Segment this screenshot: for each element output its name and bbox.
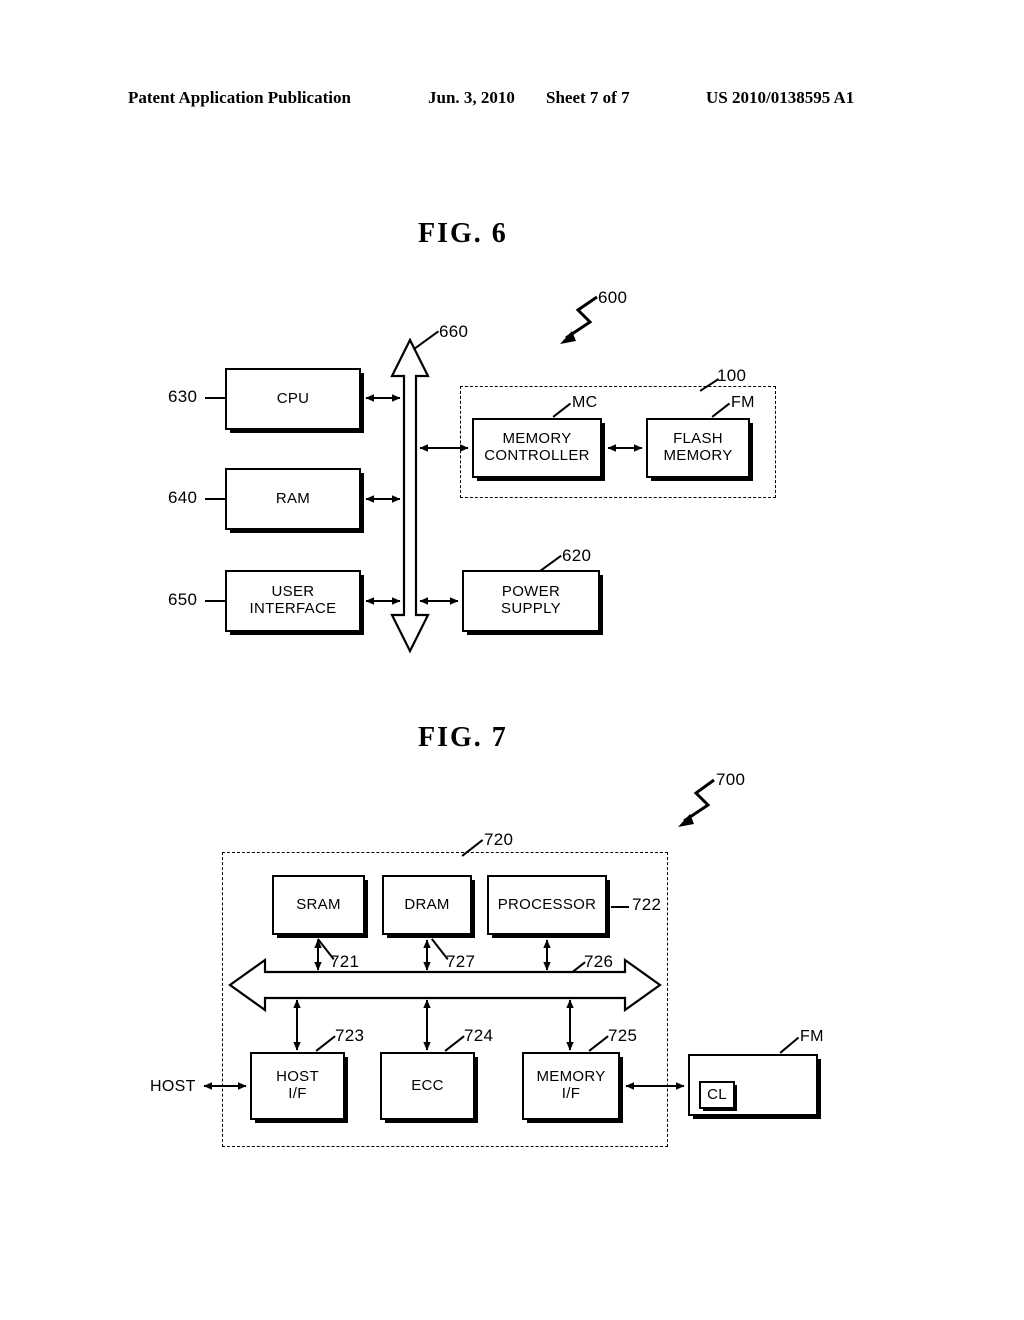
- block-flash-memory-6-label: FLASH MEMORY: [663, 430, 733, 464]
- block-cpu: CPU: [225, 368, 361, 430]
- block-ram-label: RAM: [275, 489, 311, 507]
- block-host-if: HOST I/F: [250, 1052, 345, 1120]
- block-dram: DRAM: [382, 875, 472, 935]
- ref-fm-6: FM: [731, 394, 755, 411]
- leader-fm-7: [779, 1036, 799, 1054]
- host-label: HOST: [150, 1078, 196, 1095]
- block-dram-label: DRAM: [404, 895, 450, 913]
- ref-721: 721: [330, 952, 360, 971]
- ref-mc: MC: [572, 394, 598, 411]
- leader-660: [413, 330, 439, 350]
- block-cl-label: CL: [707, 1085, 727, 1103]
- block-memory-if-label: MEMORY I/F: [536, 1068, 606, 1102]
- block-host-if-label: HOST I/F: [276, 1068, 319, 1102]
- leader-640: [205, 498, 225, 500]
- block-memory-controller: MEMORY CONTROLLER: [472, 418, 602, 478]
- ref-600: 600: [598, 288, 628, 307]
- lead-600-zigzag: [560, 295, 598, 344]
- ref-630: 630: [168, 387, 198, 406]
- block-memory-if: MEMORY I/F: [522, 1052, 620, 1120]
- block-processor-label: PROCESSOR: [497, 895, 597, 913]
- block-cl: CL: [699, 1081, 735, 1109]
- lead-700-zigzag: [678, 778, 715, 827]
- ref-650: 650: [168, 590, 198, 609]
- ref-100: 100: [717, 366, 747, 385]
- figure-7-title: FIG. 7: [418, 722, 508, 753]
- bus-660-arrow: [390, 337, 430, 654]
- ref-620: 620: [562, 546, 592, 565]
- ref-722: 722: [632, 895, 662, 914]
- block-processor: PROCESSOR: [487, 875, 607, 935]
- block-ecc-label: ECC: [411, 1076, 444, 1094]
- leader-650: [205, 600, 225, 602]
- block-user-interface-label: USER INTERFACE: [249, 583, 337, 617]
- ref-726: 726: [584, 952, 614, 971]
- block-power-supply-label: POWER SUPPLY: [501, 583, 561, 617]
- block-cpu-label: CPU: [276, 389, 310, 407]
- ref-727: 727: [446, 952, 476, 971]
- ref-723: 723: [335, 1026, 365, 1045]
- ref-724: 724: [464, 1026, 494, 1045]
- ref-660: 660: [439, 322, 469, 341]
- sheet-number: Sheet 7 of 7: [546, 88, 630, 107]
- block-memory-controller-label: MEMORY CONTROLLER: [484, 430, 590, 464]
- ref-725: 725: [608, 1026, 638, 1045]
- leader-630: [205, 397, 225, 399]
- publication-date: Jun. 3, 2010: [428, 88, 515, 107]
- block-power-supply: POWER SUPPLY: [462, 570, 600, 632]
- block-sram-label: SRAM: [296, 895, 341, 913]
- ref-700: 700: [716, 770, 746, 789]
- leader-620: [539, 554, 562, 572]
- page-header: Patent Application Publication Jun. 3, 2…: [0, 88, 1024, 114]
- patent-number: US 2010/0138595 A1: [706, 88, 855, 107]
- ref-fm-7: FM: [800, 1028, 824, 1045]
- publication-label: Patent Application Publication: [128, 88, 351, 107]
- block-flash-memory-6: FLASH MEMORY: [646, 418, 750, 478]
- figure-6-title: FIG. 6: [418, 218, 508, 249]
- ref-720: 720: [484, 830, 514, 849]
- block-ecc: ECC: [380, 1052, 475, 1120]
- block-ram: RAM: [225, 468, 361, 530]
- block-sram: SRAM: [272, 875, 365, 935]
- ref-640: 640: [168, 488, 198, 507]
- leader-722: [611, 906, 629, 908]
- block-user-interface: USER INTERFACE: [225, 570, 361, 632]
